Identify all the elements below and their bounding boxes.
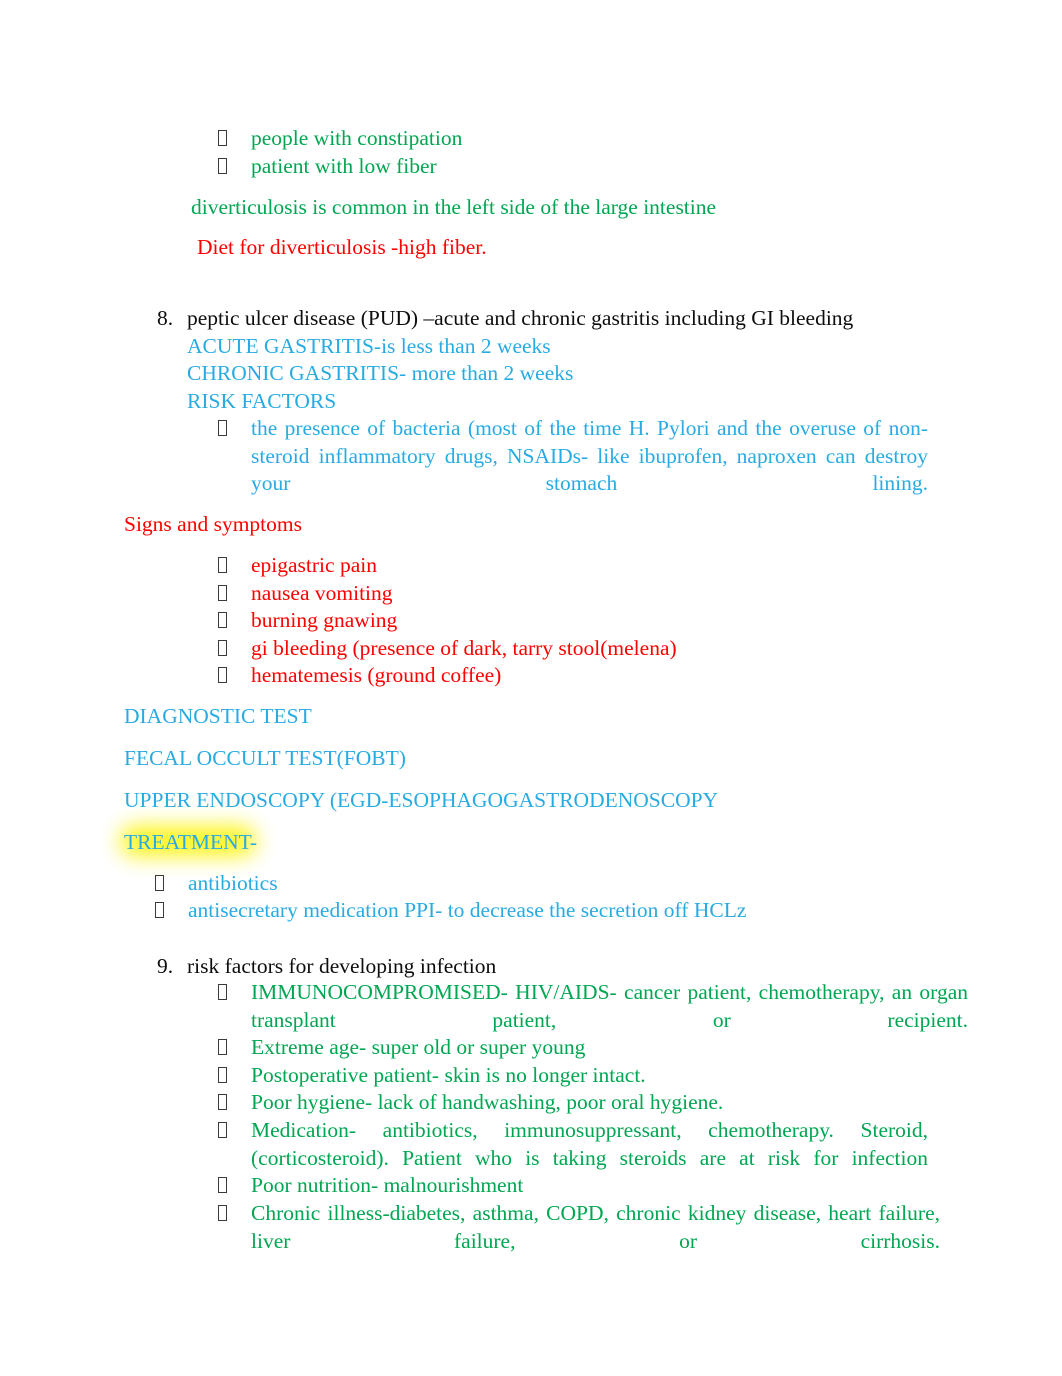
document-page: people with constipation patient with lo… — [0, 0, 1062, 1376]
acute-gastritis-line: ACUTE GASTRITIS-is less than 2 weeks — [187, 334, 551, 358]
list-item-label: peptic ulcer disease (PUD) –acute and ch… — [187, 306, 854, 330]
list-item-label: hematemesis (ground coffee) — [251, 663, 502, 687]
list-item-label: Postoperative patient- skin is no longer… — [251, 1063, 646, 1087]
list-item-label: antisecretary medication PPI- to decreas… — [188, 898, 747, 922]
bullet-box-icon — [218, 130, 227, 146]
list-item-label: Poor hygiene- lack of handwashing, poor … — [251, 1090, 724, 1114]
bullet-box-icon — [155, 875, 164, 891]
list-item-label: patient with low fiber — [251, 154, 437, 178]
list-item: burning gnawing — [218, 607, 778, 635]
bullet-box-icon — [155, 902, 164, 918]
list-item-label: people with constipation — [251, 126, 463, 150]
list-item-label: epigastric pain — [251, 553, 377, 577]
bullet-box-icon — [218, 984, 227, 1000]
bullet-box-icon — [218, 585, 227, 601]
list-item-label: the presence of bacteria (most of the ti… — [251, 416, 928, 495]
list-item-label: nausea vomiting — [251, 581, 393, 605]
list-item: hematemesis (ground coffee) — [218, 662, 778, 690]
document-body: people with constipation patient with lo… — [0, 0, 1062, 1376]
list-item-label: Poor nutrition- malnourishment — [251, 1173, 524, 1197]
list-number: 9. — [157, 954, 174, 978]
bullet-box-icon — [218, 1122, 227, 1138]
list-item-label: Extreme age- super old or super young — [251, 1035, 586, 1059]
diverticulosis-note: diverticulosis is common in the left sid… — [191, 195, 717, 219]
list-item: Poor nutrition- malnourishment — [218, 1172, 968, 1200]
list-item: Chronic illness-diabetes, asthma, COPD, … — [218, 1200, 940, 1283]
bullet-box-icon — [218, 1205, 227, 1221]
list-item-label: antibiotics — [188, 871, 278, 895]
fecal-occult-test-line: FECAL OCCULT TEST(FOBT) — [124, 746, 406, 770]
list-item: Extreme age- super old or super young — [218, 1034, 968, 1062]
upper-endoscopy-line: UPPER ENDOSCOPY (EGD-ESOPHAGOGASTRODENOS… — [124, 788, 719, 812]
bullet-box-icon — [218, 158, 227, 174]
list-item: gi bleeding (presence of dark, tarry sto… — [218, 635, 778, 663]
bullet-box-icon — [218, 557, 227, 573]
bullet-box-icon — [218, 667, 227, 683]
list-item: people with constipation — [218, 125, 738, 153]
list-item: antibiotics — [155, 870, 855, 898]
chronic-gastritis-line: CHRONIC GASTRITIS- more than 2 weeks — [187, 361, 574, 385]
list-item: patient with low fiber — [218, 153, 738, 181]
list-item: epigastric pain — [218, 552, 778, 580]
bullet-box-icon — [218, 1094, 227, 1110]
risk-factors-heading: RISK FACTORS — [187, 389, 337, 413]
list-item: Poor hygiene- lack of handwashing, poor … — [218, 1089, 968, 1117]
bullet-box-icon — [218, 1067, 227, 1083]
list-item: Postoperative patient- skin is no longer… — [218, 1062, 968, 1090]
signs-and-symptoms-heading: Signs and symptoms — [124, 512, 302, 536]
list-number: 8. — [157, 306, 174, 330]
treatment-heading: TREATMENT- — [124, 830, 257, 854]
list-item: nausea vomiting — [218, 580, 778, 608]
list-item-label: gi bleeding (presence of dark, tarry sto… — [251, 636, 677, 660]
bullet-box-icon — [218, 1177, 227, 1193]
list-item-label: risk factors for developing infection — [187, 954, 497, 978]
bullet-box-icon — [218, 612, 227, 628]
bullet-box-icon — [218, 640, 227, 656]
diverticulosis-diet: Diet for diverticulosis -high fiber. — [197, 235, 487, 259]
bullet-box-icon — [218, 1039, 227, 1055]
list-item-label: Chronic illness-diabetes, asthma, COPD, … — [251, 1201, 940, 1253]
bullet-box-icon — [218, 420, 227, 436]
list-item: antisecretary medication PPI- to decreas… — [155, 897, 855, 925]
diagnostic-test-heading: DIAGNOSTIC TEST — [124, 704, 312, 728]
list-item: the presence of bacteria (most of the ti… — [218, 415, 928, 525]
list-item-label: burning gnawing — [251, 608, 398, 632]
